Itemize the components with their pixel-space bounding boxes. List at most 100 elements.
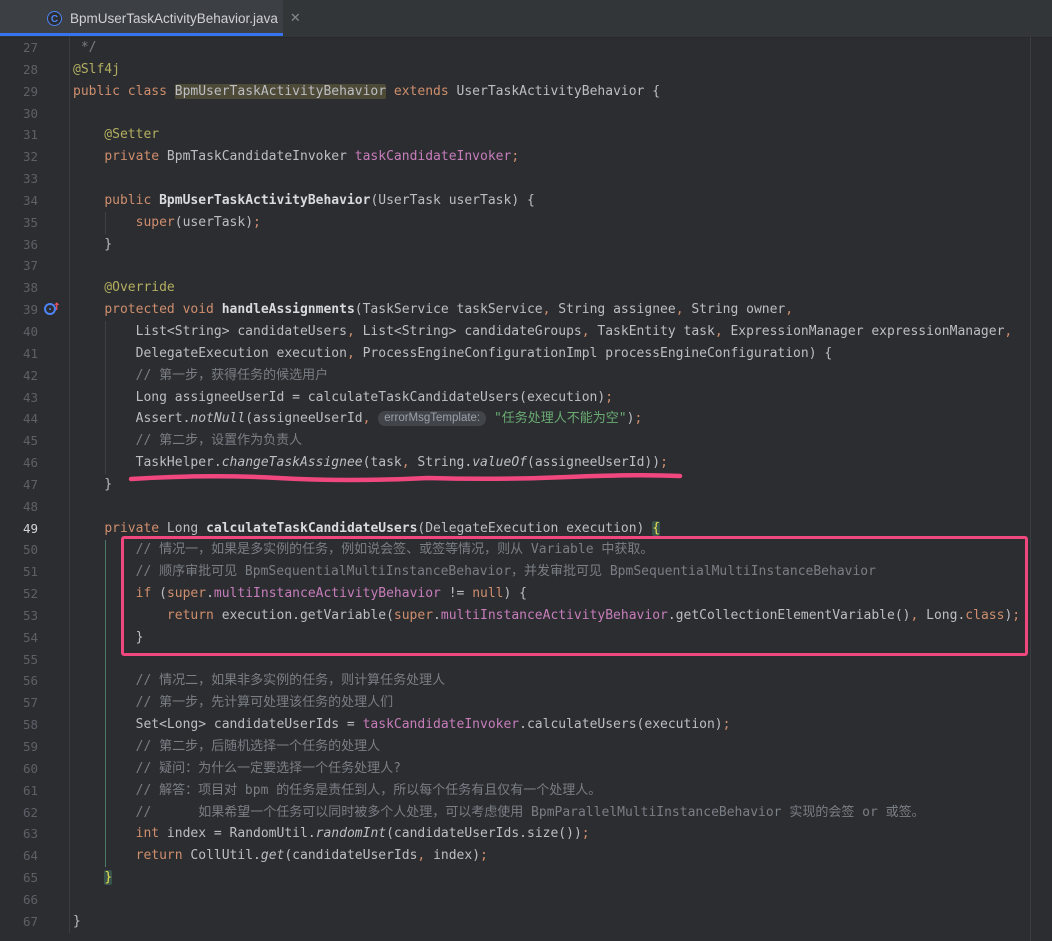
- line-number[interactable]: 50: [0, 539, 38, 561]
- line-number[interactable]: 41: [0, 343, 38, 365]
- code-text: int index = RandomUtil.randomInt(candida…: [70, 823, 590, 845]
- code-line-65[interactable]: 65 }: [0, 867, 1052, 889]
- line-number[interactable]: 61: [0, 780, 38, 802]
- gutter-icon-slot: [38, 474, 70, 496]
- gutter-icon-slot: [38, 583, 70, 605]
- gutter-icon-slot: [38, 670, 70, 692]
- code-text: }: [70, 867, 112, 889]
- code-text: @Setter: [70, 124, 159, 146]
- line-number[interactable]: 67: [0, 911, 38, 933]
- code-line-43[interactable]: 43 Long assigneeUserId = calculateTaskCa…: [0, 387, 1052, 409]
- line-number[interactable]: 52: [0, 583, 38, 605]
- code-line-35[interactable]: 35 super(userTask);: [0, 212, 1052, 234]
- code-line-36[interactable]: 36 }: [0, 234, 1052, 256]
- gutter-icon-slot: [38, 714, 70, 736]
- line-number[interactable]: 38: [0, 277, 38, 299]
- line-number[interactable]: 58: [0, 714, 38, 736]
- line-number[interactable]: 46: [0, 452, 38, 474]
- code-line-58[interactable]: 58 Set<Long> candidateUserIds = taskCand…: [0, 714, 1052, 736]
- editor-tab[interactable]: C BpmUserTaskActivityBehavior.java ✕: [0, 0, 283, 36]
- gutter-icon-slot: [38, 190, 70, 212]
- code-line-54[interactable]: 54 }: [0, 627, 1052, 649]
- code-line-27[interactable]: 27 */: [0, 37, 1052, 59]
- gutter-icon-slot: [38, 365, 70, 387]
- line-number[interactable]: 48: [0, 496, 38, 518]
- code-line-32[interactable]: 32 private BpmTaskCandidateInvoker taskC…: [0, 146, 1052, 168]
- code-line-62[interactable]: 62 // 如果希望一个任务可以同时被多个人处理，可以考虑使用 BpmParal…: [0, 802, 1052, 824]
- code-line-28[interactable]: 28 @Slf4j: [0, 59, 1052, 81]
- code-line-48[interactable]: 48: [0, 496, 1052, 518]
- line-number[interactable]: 29: [0, 81, 38, 103]
- line-number[interactable]: 65: [0, 867, 38, 889]
- overriding-method-icon[interactable]: [44, 303, 56, 315]
- code-line-56[interactable]: 56 // 情况二，如果非多实例的任务，则计算任务处理人: [0, 670, 1052, 692]
- code-line-34[interactable]: 34 public BpmUserTaskActivityBehavior(Us…: [0, 190, 1052, 212]
- code-line-38[interactable]: 38 @Override: [0, 277, 1052, 299]
- gutter-icon-slot: [38, 845, 70, 867]
- code-line-50[interactable]: 50 // 情况一，如果是多实例的任务，例如说会签、或签等情况，则从 Varia…: [0, 539, 1052, 561]
- line-number[interactable]: 63: [0, 823, 38, 845]
- line-number[interactable]: 28: [0, 59, 38, 81]
- code-line-63[interactable]: 63 int index = RandomUtil.randomInt(cand…: [0, 823, 1052, 845]
- line-number[interactable]: 32: [0, 146, 38, 168]
- line-number[interactable]: 60: [0, 758, 38, 780]
- line-number[interactable]: 51: [0, 561, 38, 583]
- code-line-37[interactable]: 37: [0, 255, 1052, 277]
- code-line-31[interactable]: 31 @Setter: [0, 124, 1052, 146]
- line-number[interactable]: 44: [0, 408, 38, 430]
- code-text: @Slf4j: [70, 59, 120, 81]
- line-number[interactable]: 30: [0, 103, 38, 125]
- tab-close-icon[interactable]: ✕: [290, 10, 301, 26]
- line-number[interactable]: 47: [0, 474, 38, 496]
- code-line-64[interactable]: 64 return CollUtil.get(candidateUserIds,…: [0, 845, 1052, 867]
- code-line-52[interactable]: 52 if (super.multiInstanceActivityBehavi…: [0, 583, 1052, 605]
- gutter-icon-slot: [38, 605, 70, 627]
- line-number[interactable]: 53: [0, 605, 38, 627]
- editor[interactable]: 27 */28 @Slf4j29public class BpmUserTaskA…: [0, 37, 1052, 941]
- code-line-61[interactable]: 61 // 解答：项目对 bpm 的任务是责任到人，所以每个任务有且仅有一个处理…: [0, 780, 1052, 802]
- code-line-66[interactable]: 66: [0, 889, 1052, 911]
- tab-title: BpmUserTaskActivityBehavior.java: [70, 11, 278, 26]
- line-number[interactable]: 37: [0, 255, 38, 277]
- code-line-47[interactable]: 47 }: [0, 474, 1052, 496]
- code-line-60[interactable]: 60 // 疑问：为什么一定要选择一个任务处理人?: [0, 758, 1052, 780]
- code-line-39[interactable]: 39 protected void handleAssignments(Task…: [0, 299, 1052, 321]
- line-number[interactable]: 45: [0, 430, 38, 452]
- line-number[interactable]: 42: [0, 365, 38, 387]
- code-text: TaskHelper.changeTaskAssignee(task, Stri…: [70, 452, 668, 474]
- line-number[interactable]: 34: [0, 190, 38, 212]
- code-line-44[interactable]: 44 Assert.notNull(assigneeUserId, errorM…: [0, 408, 1052, 430]
- code-line-46[interactable]: 46 TaskHelper.changeTaskAssignee(task, S…: [0, 452, 1052, 474]
- line-number[interactable]: 31: [0, 124, 38, 146]
- code-line-67[interactable]: 67}: [0, 911, 1052, 933]
- line-number[interactable]: 54: [0, 627, 38, 649]
- line-number[interactable]: 56: [0, 670, 38, 692]
- line-number[interactable]: 57: [0, 692, 38, 714]
- line-number[interactable]: 49: [0, 518, 38, 540]
- line-number[interactable]: 66: [0, 889, 38, 911]
- code-line-59[interactable]: 59 // 第二步，后随机选择一个任务的处理人: [0, 736, 1052, 758]
- code-line-40[interactable]: 40 List<String> candidateUsers, List<Str…: [0, 321, 1052, 343]
- line-number[interactable]: 39: [0, 299, 38, 321]
- line-number[interactable]: 35: [0, 212, 38, 234]
- line-number[interactable]: 36: [0, 234, 38, 256]
- code-line-30[interactable]: 30: [0, 103, 1052, 125]
- code-line-41[interactable]: 41 DelegateExecution execution, ProcessE…: [0, 343, 1052, 365]
- code-line-42[interactable]: 42 // 第一步，获得任务的候选用户: [0, 365, 1052, 387]
- code-line-49[interactable]: 49 private Long calculateTaskCandidateUs…: [0, 518, 1052, 540]
- line-number[interactable]: 33: [0, 168, 38, 190]
- line-number[interactable]: 64: [0, 845, 38, 867]
- line-number[interactable]: 40: [0, 321, 38, 343]
- code-line-33[interactable]: 33: [0, 168, 1052, 190]
- code-line-57[interactable]: 57 // 第一步，先计算可处理该任务的处理人们: [0, 692, 1052, 714]
- line-number[interactable]: 27: [0, 37, 38, 59]
- line-number[interactable]: 43: [0, 387, 38, 409]
- code-line-29[interactable]: 29public class BpmUserTaskActivityBehavi…: [0, 81, 1052, 103]
- line-number[interactable]: 59: [0, 736, 38, 758]
- code-line-55[interactable]: 55: [0, 649, 1052, 671]
- line-number[interactable]: 55: [0, 649, 38, 671]
- code-line-45[interactable]: 45 // 第二步，设置作为负责人: [0, 430, 1052, 452]
- code-line-53[interactable]: 53 return execution.getVariable(super.mu…: [0, 605, 1052, 627]
- code-line-51[interactable]: 51 // 顺序审批可见 BpmSequentialMultiInstanceB…: [0, 561, 1052, 583]
- line-number[interactable]: 62: [0, 802, 38, 824]
